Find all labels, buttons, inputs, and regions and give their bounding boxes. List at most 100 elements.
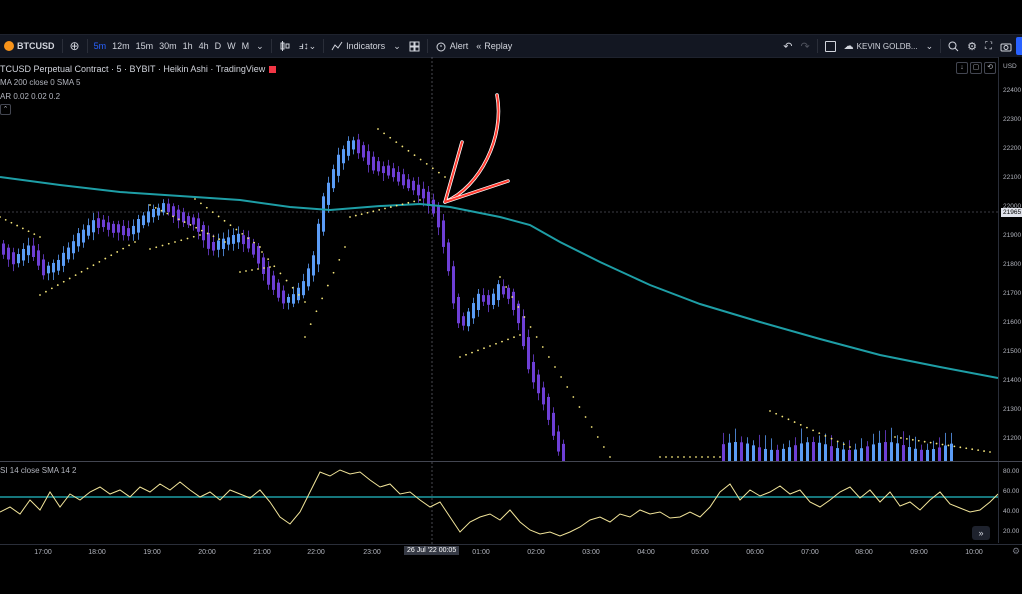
- sar-dot: [383, 132, 385, 135]
- interval-12m[interactable]: 12m: [109, 35, 133, 57]
- candle: [157, 207, 160, 216]
- indicators-button[interactable]: Indicators: [327, 35, 389, 57]
- candle: [397, 171, 400, 182]
- candle: [542, 387, 545, 405]
- sar-dot: [419, 199, 421, 201]
- symbol-search-button[interactable]: BTCUSD: [0, 35, 59, 57]
- candle: [322, 196, 325, 232]
- rsi-tick: 20.00: [1003, 528, 1020, 535]
- sar-dot: [269, 266, 271, 268]
- candle: [872, 444, 875, 461]
- time-tick: 19:00: [143, 549, 161, 556]
- compare-symbol-button[interactable]: ⊕: [66, 35, 84, 57]
- sar-dot: [465, 353, 467, 356]
- candle: [327, 182, 330, 205]
- sar-dot: [395, 141, 398, 143]
- time-axis[interactable]: 26 Jul '22 00:05 17:00 18:00 19:00 20:00 21:…: [0, 544, 1022, 559]
- add-icon: ⊕: [69, 39, 80, 53]
- sar-dot: [235, 228, 238, 231]
- sar-dot: [806, 426, 808, 429]
- sar-dot: [161, 244, 164, 247]
- user-dropdown[interactable]: ⌄: [922, 35, 938, 57]
- interval-5m[interactable]: 5m: [91, 35, 110, 57]
- replay-button[interactable]: « Replay: [472, 35, 516, 57]
- redo-button[interactable]: ↷: [796, 35, 813, 57]
- publish-button[interactable]: [1016, 37, 1022, 55]
- price-chart[interactable]: [0, 57, 998, 461]
- candle: [32, 245, 35, 257]
- interval-4h[interactable]: 4h: [196, 35, 212, 57]
- interval-w[interactable]: W: [224, 35, 239, 57]
- candle: [102, 219, 105, 228]
- sar-dot: [74, 274, 77, 277]
- candles-icon: [280, 41, 290, 51]
- gear-icon: ⚙: [967, 40, 977, 53]
- time-tick: 06:00: [746, 549, 764, 556]
- candle: [282, 290, 285, 304]
- sar-dot: [10, 221, 13, 224]
- candle: [890, 442, 893, 461]
- candle: [944, 445, 947, 461]
- interval-dropdown-button[interactable]: ⌄: [252, 35, 268, 57]
- candle: [770, 449, 773, 461]
- bar-style-button[interactable]: [275, 35, 295, 57]
- candle: [42, 259, 45, 276]
- sar-dot: [935, 442, 938, 445]
- fullscreen-button[interactable]: ⛶: [981, 35, 996, 57]
- layout-select-button[interactable]: [821, 35, 840, 57]
- screenshot-button[interactable]: [996, 35, 1016, 57]
- price-tick: 22200: [1003, 145, 1022, 152]
- fx-indicators-button[interactable]: ⅎ↕ ⌄: [295, 35, 320, 57]
- interval-m[interactable]: M: [239, 35, 253, 57]
- candle: [402, 174, 405, 186]
- rsi-legend[interactable]: SI 14 close SMA 14 2: [0, 466, 77, 475]
- settings-button[interactable]: ⚙: [963, 35, 981, 57]
- price-tick: 21500: [1003, 348, 1022, 355]
- candle: [262, 257, 265, 274]
- undo-button[interactable]: ↶: [779, 35, 796, 57]
- candle: [437, 206, 440, 228]
- rsi-chart[interactable]: [0, 462, 998, 544]
- sar-dot: [261, 251, 263, 253]
- candle: [950, 443, 953, 461]
- indicators-icon: [331, 41, 343, 51]
- sar-dot: [529, 326, 532, 328]
- candle: [182, 212, 185, 223]
- alert-button[interactable]: Alert: [431, 35, 473, 57]
- sar-dot: [459, 356, 461, 358]
- sar-dot: [590, 426, 593, 428]
- sar-dot: [212, 235, 215, 238]
- sar-dot: [267, 258, 270, 261]
- candle: [277, 282, 280, 298]
- search-button[interactable]: [944, 35, 963, 57]
- price-axis[interactable]: USD 22400 22300 22200 22100 22000 21900 21800 2…: [998, 57, 1022, 543]
- indicators-dropdown[interactable]: ⌄: [389, 35, 405, 57]
- scroll-to-realtime-button[interactable]: »: [972, 526, 990, 540]
- candle: [497, 284, 500, 301]
- sar-dot: [45, 290, 47, 293]
- interval-d[interactable]: D: [212, 35, 225, 57]
- layouts-button[interactable]: [405, 35, 424, 57]
- candle: [212, 241, 215, 251]
- sar-dot: [523, 316, 526, 318]
- candle: [267, 267, 270, 285]
- current-price-tag: 21965: [1001, 208, 1022, 217]
- sar-dot: [659, 456, 661, 458]
- interval-1h[interactable]: 1h: [180, 35, 196, 57]
- cloud-save-button[interactable]: ☁ KEVIN GOLDB...: [840, 35, 922, 57]
- candle: [932, 449, 935, 461]
- candle: [192, 217, 195, 225]
- settings-corner-icon[interactable]: ⚙: [1012, 546, 1020, 557]
- candle: [758, 447, 761, 461]
- interval-15m[interactable]: 15m: [133, 35, 157, 57]
- interval-30m[interactable]: 30m: [156, 35, 180, 57]
- candle: [287, 297, 290, 303]
- candle: [830, 446, 833, 461]
- candle: [297, 287, 300, 301]
- sar-dot: [68, 277, 71, 280]
- sar-dot: [377, 128, 379, 130]
- candle: [137, 219, 140, 233]
- time-tick: 18:00: [88, 549, 106, 556]
- candle: [487, 295, 490, 305]
- sar-dot: [239, 271, 241, 273]
